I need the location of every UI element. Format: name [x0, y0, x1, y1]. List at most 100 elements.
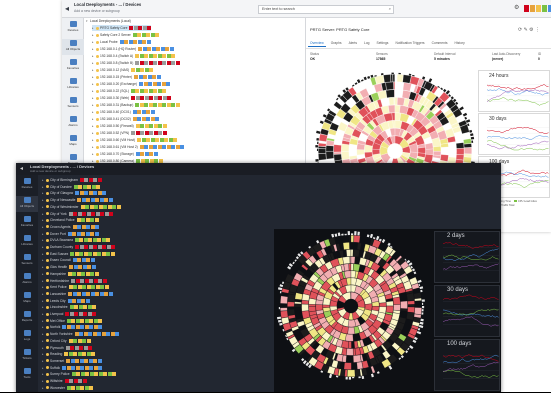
tab-history[interactable]: History	[453, 40, 467, 47]
chart-30-days[interactable]: 30 days	[434, 285, 500, 337]
sidebar-item-libraries[interactable]: Libraries	[16, 234, 38, 250]
chart-2-days[interactable]: 2 days	[434, 231, 500, 283]
sensor-status-chips[interactable]	[135, 54, 176, 58]
sensor-status-chips[interactable]	[69, 265, 96, 270]
sensor-status-chips[interactable]	[69, 305, 97, 310]
sensor-status-chips[interactable]	[65, 312, 97, 316]
sensor-status-chips[interactable]	[68, 211, 114, 216]
sidebar-item-favorites[interactable]: Favorites	[62, 58, 84, 74]
tree-row[interactable]: ▸ City of Westminster	[42, 204, 121, 210]
sensor-status-chips[interactable]	[64, 352, 96, 357]
page-subtitle[interactable]: Add a new device or subgroup	[30, 169, 71, 173]
sensor-status-chips[interactable]	[67, 298, 90, 303]
sensor-status-chips[interactable]	[65, 345, 93, 350]
sensor-status-chips[interactable]	[130, 89, 167, 93]
sidebar-item-devices[interactable]: Devices	[62, 20, 84, 36]
sensor-status-chips[interactable]	[64, 379, 87, 383]
sensor-status-chips[interactable]	[68, 285, 109, 290]
sensor-status-chips[interactable]	[75, 191, 107, 196]
sidebar-item-devices[interactable]: Devices	[16, 177, 38, 193]
tree-row[interactable]: ▸ City of Glasgow	[42, 190, 107, 196]
sensor-status-chips[interactable]	[135, 61, 180, 65]
tree-row[interactable]: ▸ Leeds City	[42, 298, 90, 304]
tree-row[interactable]: ▸ Hertfordshire	[42, 278, 107, 284]
sensor-status-chips[interactable]	[129, 26, 152, 30]
sensor-status-chips[interactable]	[138, 47, 174, 51]
sensor-status-chips[interactable]	[66, 385, 94, 390]
sidebar-item-all-objects[interactable]: All Objects	[16, 196, 38, 212]
sensor-status-chips[interactable]	[73, 184, 101, 189]
tree-row[interactable]: ▸ Hampshire	[42, 271, 99, 277]
sidebar-item-logs[interactable]: Logs	[16, 329, 38, 345]
tree-row[interactable]: ▸ Reading	[42, 351, 96, 357]
sidebar-item-all-objects[interactable]: All Objects	[62, 39, 84, 55]
sensor-status-chips[interactable]	[134, 75, 161, 79]
tree-row[interactable]: ▸ 192.168.0.50 (Firewall)	[92, 123, 167, 129]
sensor-status-chips[interactable]	[62, 365, 103, 370]
tree-row[interactable]: ▸ Norfolk	[42, 324, 103, 330]
tree-row[interactable]: ▸ 192.168.0.61 (VM Host 2)	[92, 144, 185, 150]
gear-icon[interactable]: ⚙	[514, 4, 519, 11]
tree-row[interactable]: ▸ East Sussex	[42, 251, 115, 257]
sensor-status-chips[interactable]	[76, 218, 99, 223]
sensor-status-chips[interactable]	[62, 325, 103, 330]
chart-30-days[interactable]: 30 days	[478, 113, 550, 155]
sidebar-item-alarms[interactable]: Alarms	[62, 115, 84, 131]
tree-row[interactable]: ▸ City of York	[42, 211, 114, 217]
sensor-status-chips[interactable]	[77, 198, 113, 203]
tree-row[interactable]: ▸ 192.168.0.40 (DC01)	[92, 109, 155, 115]
tree-row[interactable]: ▸ 192.168.0.15 (Printer)	[92, 74, 161, 80]
tree-row[interactable]: ▸ 192.168.0.4 (Switch A)	[92, 53, 176, 59]
tree-row[interactable]: ▸ Met Office	[42, 318, 103, 324]
tree-row[interactable]: ▸ Plymouth	[42, 345, 93, 351]
tree-row[interactable]: ▸ Liverpool	[42, 311, 97, 317]
sensor-status-chips[interactable]	[137, 138, 178, 142]
sensor-status-chips[interactable]	[71, 278, 107, 283]
sidebar-item-tickets[interactable]: Tickets	[16, 348, 38, 364]
tab-alerts[interactable]: Alerts	[347, 40, 359, 47]
tree-row[interactable]: ▸ 192.168.0.70 (Storage)	[92, 151, 158, 157]
sensor-status-chips[interactable]	[66, 318, 103, 323]
tree-row[interactable]: ▸ City of Birmingham	[42, 177, 102, 183]
tree-row[interactable]: ▸ 192.168.0.52 (VPN)	[92, 130, 167, 136]
sensor-status-chips[interactable]	[132, 33, 160, 37]
tree-row[interactable]: ▸ Lancashire	[42, 291, 113, 297]
tree-row[interactable]: ▸ 192.168.0.22 (SQL)	[92, 88, 167, 94]
sensor-status-chips[interactable]	[67, 271, 99, 276]
sensor-status-chips[interactable]	[74, 332, 120, 337]
tree-row[interactable]: ▸ Durham County	[42, 244, 116, 250]
sensor-status-chips[interactable]	[68, 291, 113, 296]
sidebar-item-favorites[interactable]: Favorites	[16, 215, 38, 231]
sensor-status-chips[interactable]	[139, 82, 171, 86]
tree-row[interactable]: ▸ Local Probe	[92, 39, 151, 45]
tree-row[interactable]: ▸ Lincolnshire	[42, 304, 97, 310]
sensor-status-chips[interactable]	[132, 117, 160, 121]
sensor-status-chips[interactable]	[132, 110, 155, 114]
tree-row[interactable]: ▸ Oxford City	[42, 338, 91, 344]
tree-row[interactable]: ▸ 192.168.0.20 (Exchange)	[92, 81, 171, 87]
sensor-status-chips[interactable]	[131, 68, 154, 72]
sensor-status-chips[interactable]	[74, 238, 111, 243]
tree-row[interactable]: ▸ Dover Port	[42, 231, 99, 237]
sidebar-item-alarms[interactable]: Alarms	[16, 272, 38, 288]
tree-row[interactable]: ▸ City of Dundee	[42, 184, 101, 190]
back-arrow-icon[interactable]: ◂	[65, 4, 69, 13]
tree-row[interactable]: ▸ North Yorkshire	[42, 331, 120, 337]
tab-log[interactable]: Log	[362, 40, 372, 47]
tree-row[interactable]: ▸ Crown Agents	[42, 224, 100, 230]
sensor-status-chips[interactable]	[131, 96, 172, 100]
tree-row[interactable]: ▸ 192.168.0.30 (Web)	[92, 95, 172, 101]
tab-settings[interactable]: Settings	[375, 40, 391, 47]
toolbar-icons[interactable]: ⟳ ✎ ⚙ ⋮	[518, 27, 540, 33]
tab-notification-triggers[interactable]: Notification Triggers	[393, 40, 426, 47]
tree-row[interactable]: ▸ 192.168.0.41 (DC02)	[92, 116, 160, 122]
sensor-status-chips[interactable]	[139, 145, 185, 149]
search-input[interactable]: Enter text to search ⌕	[258, 5, 394, 14]
tree-row[interactable]: ▸ Somerset	[42, 358, 102, 364]
tree-row[interactable]: ▸ Safety Core 2 Server	[92, 32, 160, 38]
sensor-status-chips[interactable]	[72, 258, 95, 263]
sensor-status-chips[interactable]	[80, 204, 121, 209]
tree-row[interactable]: ▸ Wiltshire	[42, 378, 87, 384]
page-subtitle[interactable]: Add a new device or subgroup	[74, 9, 120, 13]
tree-row[interactable]: ▸ 192.168.0.1 (HQ Router)	[92, 46, 174, 52]
